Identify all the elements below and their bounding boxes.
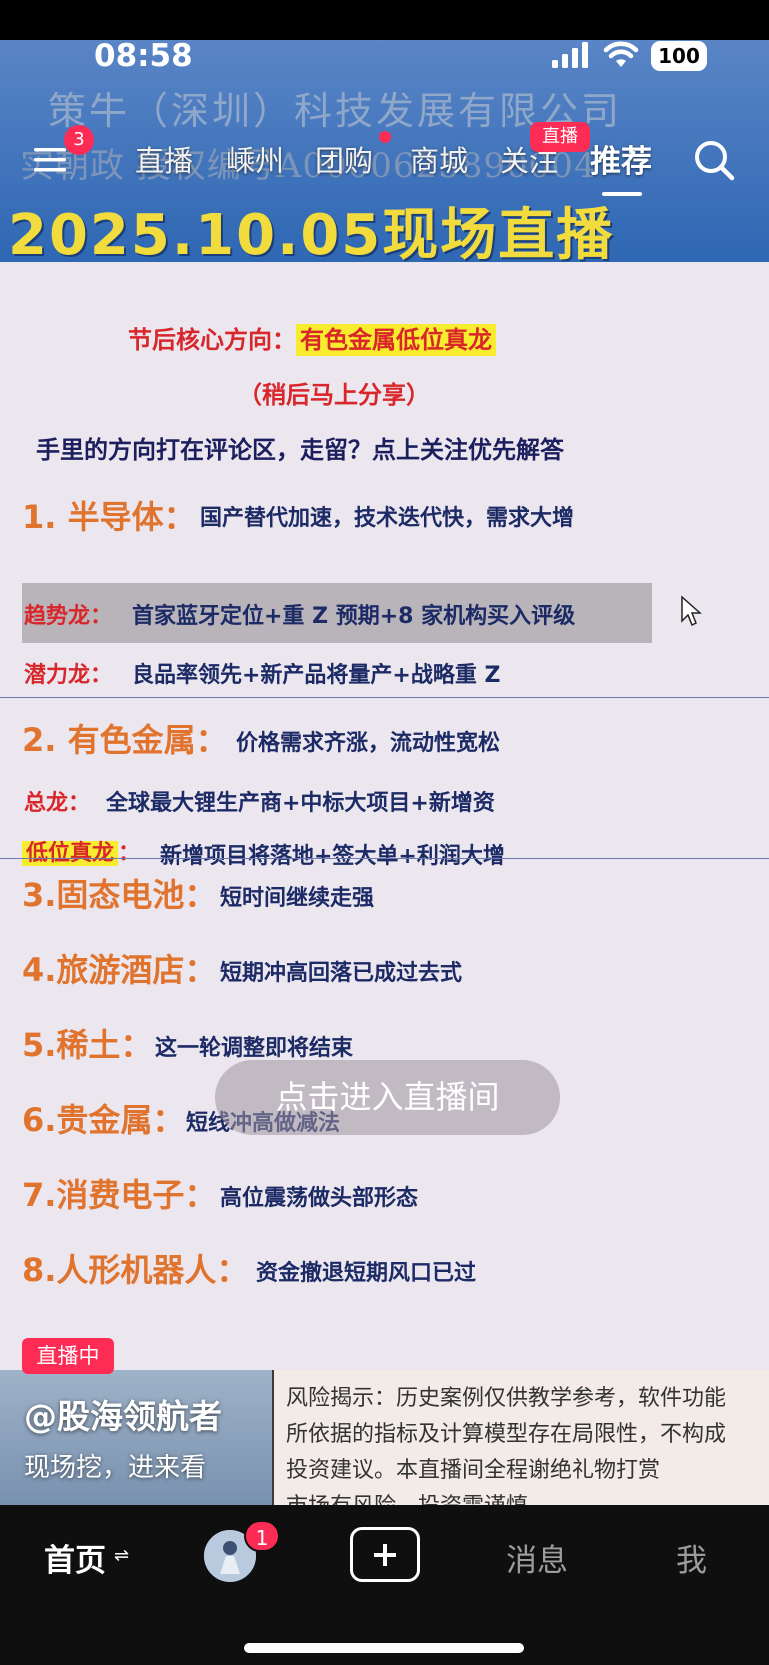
core-direction-value: 有色金属低位真龙 <box>296 324 496 356</box>
phone-screen: 策牛（深圳）科技发展有限公司 实朝政 授权编号A0000625890004 20… <box>0 0 769 1665</box>
friend-notification-badge: 1 <box>244 1520 280 1552</box>
sector-2-low-row: 低位真龙： <box>22 835 140 867</box>
tab-shengzhou[interactable]: 嵊州 <box>226 138 284 180</box>
sector-1-desc: 国产替代加速，技术迭代快，需求大增 <box>200 506 575 531</box>
sector-4-title: 4.旅游酒店： <box>22 951 217 989</box>
video-caption: 现场挖，进来看 <box>24 1453 207 1483</box>
live-stream-video[interactable]: 策牛（深圳）科技发展有限公司 实朝政 授权编号A0000625890004 20… <box>0 40 769 1505</box>
tab-recommended[interactable]: 推荐 <box>590 136 652 181</box>
enter-live-room-button[interactable]: 点击进入直播间 <box>215 1060 560 1135</box>
divider <box>0 858 769 859</box>
author-name[interactable]: @股海领航者 <box>24 1390 222 1438</box>
mouse-cursor-icon <box>681 595 702 627</box>
risk-line: 风险揭示：历史案例仅供教学参考，软件功能 <box>286 1386 727 1411</box>
sector-3-desc: 短时间继续走强 <box>220 886 375 911</box>
status-time: 08:58 <box>94 38 193 74</box>
sector-7-title: 7.消费电子： <box>22 1176 217 1214</box>
sector-6-title: 6.贵金属： <box>22 1101 185 1139</box>
home-indicator <box>244 1643 524 1653</box>
sector-2-desc: 价格需求齐涨，流动性宽松 <box>236 731 501 756</box>
group-buy-red-dot <box>379 131 391 143</box>
cellular-signal-icon <box>552 42 588 68</box>
create-post-button[interactable] <box>350 1527 420 1582</box>
sector-4-desc: 短期冲高回落已成过去式 <box>220 961 463 986</box>
sector-8-desc: 资金撤退短期风口已过 <box>256 1261 477 1286</box>
sector-5-title: 5.稀土： <box>22 1026 153 1064</box>
plus-icon <box>374 1544 396 1566</box>
battery-indicator: 100 <box>651 41 707 71</box>
sector-2-total-desc: 全球最大锂生产商+中标大项目+新增资 <box>106 791 495 816</box>
sector-1-trend-label: 趋势龙： <box>24 604 113 629</box>
sector-1-title: 1. 半导体： <box>22 498 196 536</box>
wifi-icon <box>603 41 639 67</box>
comment-prompt: 手里的方向打在评论区，走留？点上关注优先解答 <box>36 436 564 464</box>
nav-me[interactable]: 我 <box>676 1535 707 1580</box>
risk-line: 市场有风险，投资需谨慎 <box>286 1488 528 1505</box>
sector-1-trend-desc: 首家蓝牙定位+重 Z 预期+8 家机构买入评级 <box>132 604 576 629</box>
sector-2-title: 2. 有色金属： <box>22 721 228 759</box>
tab-live[interactable]: 直播 <box>135 138 193 180</box>
active-tab-indicator <box>602 192 642 196</box>
menu-notification-badge: 3 <box>64 125 94 155</box>
bottom-nav: 首页 ⇌ 1 消息 我 <box>0 1505 769 1665</box>
risk-line: 投资建议。本直播间全程谢绝礼物打赏 <box>286 1458 661 1483</box>
sector-1-potential-desc: 良品率领先+新产品将量产+战略重 Z <box>132 663 501 688</box>
sector-3-title: 3.固态电池： <box>22 876 217 914</box>
share-later-note: （稍后马上分享） <box>238 381 430 409</box>
risk-disclaimer: 风险揭示：历史案例仅供教学参考，软件功能 所依据的指标及计算模型存在局限性，不构… <box>272 1370 769 1505</box>
tab-group-buy[interactable]: 团购 <box>315 138 373 180</box>
risk-line: 所依据的指标及计算模型存在局限性，不构成 <box>286 1422 727 1447</box>
live-date-title: 2025.10.05现场直播 <box>8 203 615 268</box>
core-direction: 节后核心方向： 有色金属低位真龙 <box>128 320 496 356</box>
following-live-badge: 直播 <box>530 122 590 152</box>
sector-2-low-colon: ： <box>118 841 141 866</box>
sector-5-desc: 这一轮调整即将结束 <box>155 1036 354 1061</box>
search-icon[interactable] <box>692 138 736 182</box>
sector-1-potential-label: 潜力龙： <box>24 663 113 688</box>
live-status-badge[interactable]: 直播中 <box>22 1338 114 1374</box>
swap-icon: ⇌ <box>114 1545 130 1566</box>
status-bar: 08:58 100 <box>0 0 769 96</box>
sector-2-low-label: 低位真龙 <box>22 841 119 866</box>
sector-2-total-label: 总龙： <box>24 791 91 816</box>
sector-8-title: 8.人形机器人： <box>22 1251 249 1289</box>
core-direction-prefix: 节后核心方向： <box>128 326 296 354</box>
sector-7-desc: 高位震荡做头部形态 <box>220 1186 419 1211</box>
tab-mall[interactable]: 商城 <box>410 138 468 180</box>
sector-2-low-desc: 新增项目将落地+签大单+利润大增 <box>160 844 505 869</box>
nav-home[interactable]: 首页 <box>44 1535 106 1580</box>
nav-messages[interactable]: 消息 <box>506 1535 568 1580</box>
divider <box>0 697 769 698</box>
